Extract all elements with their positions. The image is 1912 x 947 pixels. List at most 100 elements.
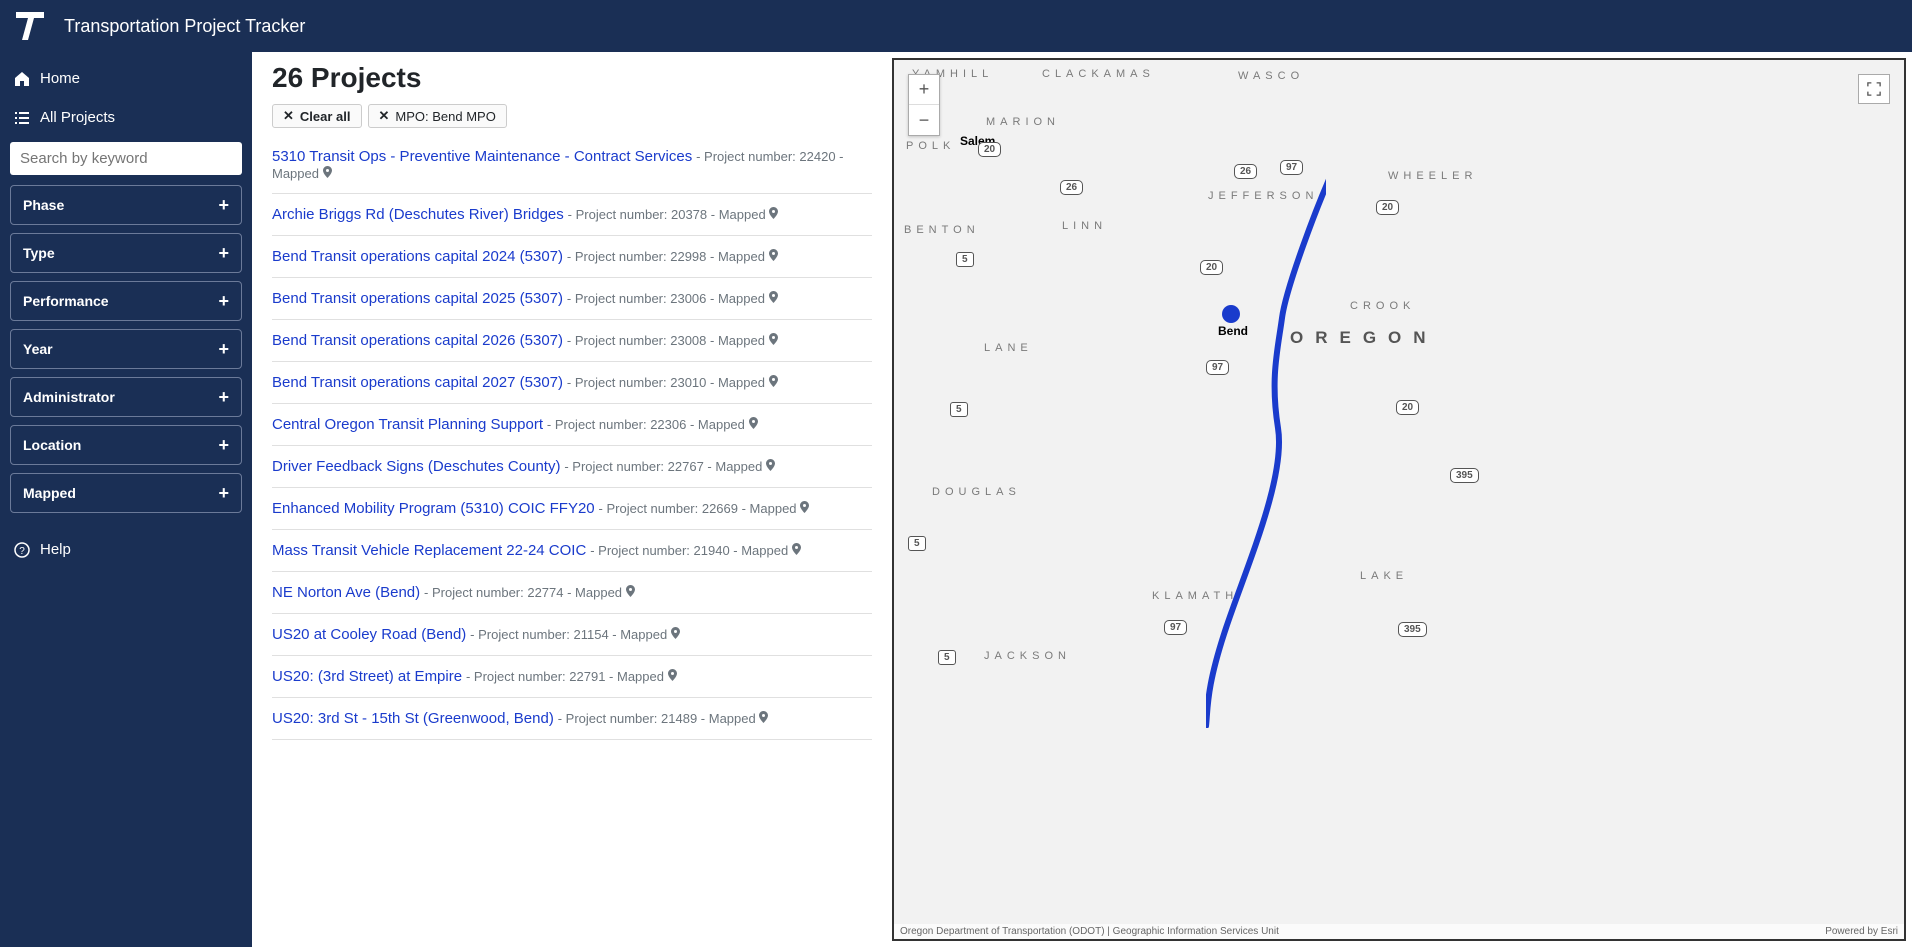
map-pin-icon	[749, 416, 758, 432]
zoom-in-button[interactable]: +	[909, 75, 939, 105]
filter-label: Administrator	[23, 389, 115, 405]
map-attribution: Oregon Department of Transportation (ODO…	[894, 924, 1904, 939]
map-pin-icon	[323, 165, 332, 181]
chip-clear-all[interactable]: ✕ Clear all	[272, 104, 362, 128]
map-pin-icon	[671, 626, 680, 642]
project-meta: - Project number: 22791 - Mapped	[466, 669, 668, 684]
filter-year[interactable]: Year+	[10, 329, 242, 369]
project-link[interactable]: Archie Briggs Rd (Deschutes River) Bridg…	[272, 206, 564, 223]
project-meta: - Project number: 22998 - Mapped	[567, 249, 769, 264]
map-pin-icon	[769, 206, 778, 222]
route-shield: 20	[978, 142, 1001, 157]
map-surface[interactable]: Salem OREGON YAMHILL CLACKAMAS WASCO MAR…	[894, 60, 1904, 939]
filter-chips: ✕ Clear all ✕ MPO: Bend MPO	[272, 104, 872, 128]
filter-performance[interactable]: Performance+	[10, 281, 242, 321]
route-shield: 5	[950, 402, 968, 417]
route-shield: 395	[1450, 468, 1479, 483]
highlighted-route	[1206, 168, 1326, 728]
project-link[interactable]: US20: 3rd St - 15th St (Greenwood, Bend)	[272, 710, 554, 727]
filter-type[interactable]: Type+	[10, 233, 242, 273]
filter-label: Mapped	[23, 485, 76, 501]
project-row: Central Oregon Transit Planning Support …	[272, 404, 872, 446]
plus-icon: +	[218, 388, 229, 406]
attribution-right[interactable]: Powered by Esri	[1825, 926, 1898, 937]
county-label: POLK	[906, 140, 955, 152]
map-pin-icon	[769, 248, 778, 264]
project-meta: - Project number: 21489 - Mapped	[558, 711, 760, 726]
filter-administrator[interactable]: Administrator +	[10, 377, 242, 417]
map-pin-icon	[769, 332, 778, 348]
nav-home[interactable]: Home	[10, 64, 242, 93]
route-shield: 26	[1060, 180, 1083, 195]
project-meta: - Project number: 23010 - Mapped	[567, 375, 769, 390]
help-icon: ?	[14, 542, 30, 558]
project-link[interactable]: Central Oregon Transit Planning Support	[272, 416, 543, 433]
chip-applied-filter[interactable]: ✕ MPO: Bend MPO	[368, 104, 507, 128]
project-row: US20: 3rd St - 15th St (Greenwood, Bend)…	[272, 698, 872, 740]
project-row: Mass Transit Vehicle Replacement 22-24 C…	[272, 530, 872, 572]
county-label: BENTON	[904, 224, 980, 236]
project-meta: - Project number: 22774 - Mapped	[424, 585, 626, 600]
project-link[interactable]: Mass Transit Vehicle Replacement 22-24 C…	[272, 542, 586, 559]
nav-help[interactable]: ? Help	[10, 535, 242, 564]
project-link[interactable]: US20: (3rd Street) at Empire	[272, 668, 462, 685]
filter-phase[interactable]: Phase+	[10, 185, 242, 225]
project-meta: - Project number: 22669 - Mapped	[599, 501, 801, 516]
chip-label: MPO: Bend MPO	[395, 109, 495, 124]
map-pin-icon	[759, 710, 768, 726]
route-shield: 97	[1164, 620, 1187, 635]
project-row: Bend Transit operations capital 2027 (53…	[272, 362, 872, 404]
project-link[interactable]: Driver Feedback Signs (Deschutes County)	[272, 458, 560, 475]
sidebar: Home All Projects Phase+Type+Performance…	[0, 52, 252, 947]
route-shield: 395	[1398, 622, 1427, 637]
plus-icon: +	[218, 340, 229, 358]
project-row: Driver Feedback Signs (Deschutes County)…	[272, 446, 872, 488]
city-label-bend: Bend	[1218, 324, 1248, 338]
project-meta: - Project number: 23008 - Mapped	[567, 333, 769, 348]
map-pin-icon	[800, 500, 809, 516]
nav-help-label: Help	[40, 541, 71, 558]
map-pin-icon	[769, 374, 778, 390]
map-panel[interactable]: Salem OREGON YAMHILL CLACKAMAS WASCO MAR…	[892, 58, 1906, 941]
home-icon	[14, 71, 30, 87]
project-row: Enhanced Mobility Program (5310) COIC FF…	[272, 488, 872, 530]
project-meta: - Project number: 20378 - Mapped	[568, 207, 770, 222]
route-shield: 5	[938, 650, 956, 665]
city-marker-bend[interactable]	[1222, 305, 1240, 323]
fullscreen-icon	[1867, 82, 1881, 96]
project-row: NE Norton Ave (Bend) - Project number: 2…	[272, 572, 872, 614]
county-label: JACKSON	[984, 650, 1071, 662]
project-link[interactable]: 5310 Transit Ops - Preventive Maintenanc…	[272, 148, 692, 165]
project-link[interactable]: Bend Transit operations capital 2025 (53…	[272, 290, 563, 307]
project-link[interactable]: US20 at Cooley Road (Bend)	[272, 626, 466, 643]
county-label: WASCO	[1238, 70, 1304, 82]
route-shield: 20	[1396, 400, 1419, 415]
project-link[interactable]: Enhanced Mobility Program (5310) COIC FF…	[272, 500, 595, 517]
project-row: Bend Transit operations capital 2025 (53…	[272, 278, 872, 320]
map-pin-icon	[668, 668, 677, 684]
project-row: 5310 Transit Ops - Preventive Maintenanc…	[272, 136, 872, 194]
county-label: CLACKAMAS	[1042, 68, 1155, 80]
nav-all-projects-label: All Projects	[40, 109, 115, 126]
filter-label: Location	[23, 437, 81, 453]
filter-label: Phase	[23, 197, 64, 213]
map-pin-icon	[766, 458, 775, 474]
nav-all-projects[interactable]: All Projects	[10, 103, 242, 132]
filter-location[interactable]: Location+	[10, 425, 242, 465]
county-label: LANE	[984, 342, 1033, 354]
list-icon	[14, 110, 30, 126]
project-list-panel: 26 Projects ✕ Clear all ✕ MPO: Bend MPO …	[252, 52, 892, 947]
project-link[interactable]: Bend Transit operations capital 2024 (53…	[272, 248, 563, 265]
fullscreen-button[interactable]	[1858, 74, 1890, 104]
project-link[interactable]: Bend Transit operations capital 2027 (53…	[272, 374, 563, 391]
zoom-out-button[interactable]: −	[909, 105, 939, 135]
project-link[interactable]: NE Norton Ave (Bend)	[272, 584, 420, 601]
project-link[interactable]: Bend Transit operations capital 2026 (53…	[272, 332, 563, 349]
route-shield: 20	[1376, 200, 1399, 215]
project-meta: - Project number: 22767 - Mapped	[564, 459, 766, 474]
close-icon: ✕	[283, 108, 294, 124]
map-pin-icon	[769, 290, 778, 306]
filter-mapped[interactable]: Mapped+	[10, 473, 242, 513]
route-shield: 5	[956, 252, 974, 267]
search-input[interactable]	[10, 142, 242, 175]
